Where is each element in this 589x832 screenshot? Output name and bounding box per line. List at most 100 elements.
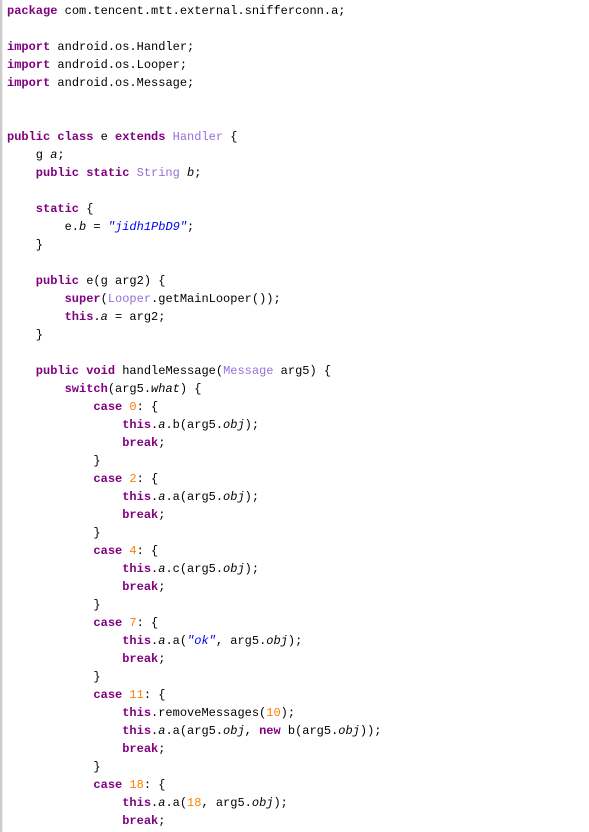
stmt: this.a.a(arg5.obj, new b(arg5.obj));	[7, 724, 382, 738]
string-ok: "ok"	[187, 634, 216, 648]
break: break;	[7, 436, 165, 450]
field-obj: obj	[223, 562, 245, 576]
kw-this: this	[7, 490, 151, 504]
field-obj: obj	[223, 490, 245, 504]
import-text: android.os.Looper;	[50, 58, 187, 72]
field-obj: obj	[252, 796, 274, 810]
brace: {	[79, 202, 93, 216]
stmt: this.a.a(arg5.obj);	[7, 490, 259, 504]
sig: e(g arg2) {	[79, 274, 165, 288]
import-line: import android.os.Message;	[7, 76, 194, 90]
call: .removeMessages(	[151, 706, 266, 720]
kw-this: this	[7, 706, 151, 720]
kw-extends: extends	[115, 130, 165, 144]
class-name: e	[93, 130, 115, 144]
brace: : {	[137, 472, 159, 486]
kw-import: import	[7, 58, 50, 72]
paren: (	[101, 292, 108, 306]
type-message: Message	[223, 364, 273, 378]
field-obj: obj	[338, 724, 360, 738]
case-label: case 11: {	[7, 688, 165, 702]
static-block: static {	[7, 202, 93, 216]
kw-case: case	[7, 472, 122, 486]
eq-arg: = arg2;	[108, 310, 166, 324]
semi: );	[273, 796, 287, 810]
brace-close: }	[7, 454, 101, 468]
kw-case: case	[7, 544, 122, 558]
num-18: 18	[187, 796, 201, 810]
eq: =	[86, 220, 108, 234]
dot: .	[93, 310, 100, 324]
call: .b(arg5.	[165, 418, 223, 432]
field-obj: obj	[223, 418, 245, 432]
case-label: case 0: {	[7, 400, 158, 414]
stmt: this.a.b(arg5.obj);	[7, 418, 259, 432]
brace-close: }	[7, 760, 101, 774]
brace: ) {	[180, 382, 202, 396]
brace-close: }	[7, 598, 101, 612]
semi: ;	[158, 508, 165, 522]
call: b(arg5.	[281, 724, 339, 738]
kw-this: this	[7, 724, 151, 738]
brace: : {	[137, 400, 159, 414]
brace: : {	[144, 778, 166, 792]
kw-case: case	[7, 778, 122, 792]
kw-this: this	[7, 562, 151, 576]
semi: );	[245, 418, 259, 432]
field-type: g	[7, 148, 50, 162]
brace: : {	[137, 544, 159, 558]
brace-close: }	[7, 526, 101, 540]
break: break;	[7, 508, 165, 522]
kw-public-void: public void	[7, 364, 115, 378]
kw-break: break	[7, 436, 158, 450]
brace-close: }	[7, 328, 43, 342]
brace: : {	[137, 616, 159, 630]
comma: ,	[245, 724, 259, 738]
num-0: 0	[122, 400, 136, 414]
package-decl: package com.tencent.mtt.external.sniffer…	[7, 4, 345, 18]
super-call: super(Looper.getMainLooper());	[7, 292, 281, 306]
num-2: 2	[122, 472, 136, 486]
kw-break: break	[7, 580, 158, 594]
brace-close: }	[7, 238, 43, 252]
kw-switch: switch	[7, 382, 108, 396]
kw-public: public	[7, 274, 79, 288]
semi: ;	[158, 814, 165, 828]
stmt: this.a.c(arg5.obj);	[7, 562, 259, 576]
semi: ;	[194, 166, 201, 180]
kw-super: super	[7, 292, 101, 306]
kw-static: static	[7, 202, 79, 216]
switch: switch(arg5.what) {	[7, 382, 201, 396]
num-7: 7	[122, 616, 136, 630]
method-decl: public void handleMessage(Message arg5) …	[7, 364, 331, 378]
class-decl: public class e extends Handler {	[7, 130, 237, 144]
num-4: 4	[122, 544, 136, 558]
stmt: this.a.a("ok", arg5.obj);	[7, 634, 302, 648]
kw-this: this	[7, 418, 151, 432]
case-label: case 2: {	[7, 472, 158, 486]
break: break;	[7, 742, 165, 756]
type-looper: Looper	[108, 292, 151, 306]
pkg-name: com.tencent.mtt.external.snifferconn.a;	[57, 4, 345, 18]
num-18: 18	[122, 778, 144, 792]
text: (arg5.	[108, 382, 151, 396]
call: .a(	[165, 634, 187, 648]
kw-package: package	[7, 4, 57, 18]
dot: .	[151, 796, 158, 810]
field-a: a	[101, 310, 108, 324]
field-b: b	[180, 166, 194, 180]
import-line: import android.os.Handler;	[7, 40, 194, 54]
import-text: android.os.Handler;	[50, 40, 194, 54]
field-obj: obj	[266, 634, 288, 648]
method-name: handleMessage(	[115, 364, 223, 378]
param: arg5) {	[273, 364, 331, 378]
kw-import: import	[7, 40, 50, 54]
call: .a(arg5.	[165, 490, 223, 504]
semi: ;	[57, 148, 64, 162]
semi: ;	[187, 220, 194, 234]
field-decl: g a;	[7, 148, 65, 162]
code-editor: package com.tencent.mtt.external.sniffer…	[2, 0, 589, 832]
field-what: what	[151, 382, 180, 396]
kw-break: break	[7, 508, 158, 522]
semi: ;	[158, 580, 165, 594]
